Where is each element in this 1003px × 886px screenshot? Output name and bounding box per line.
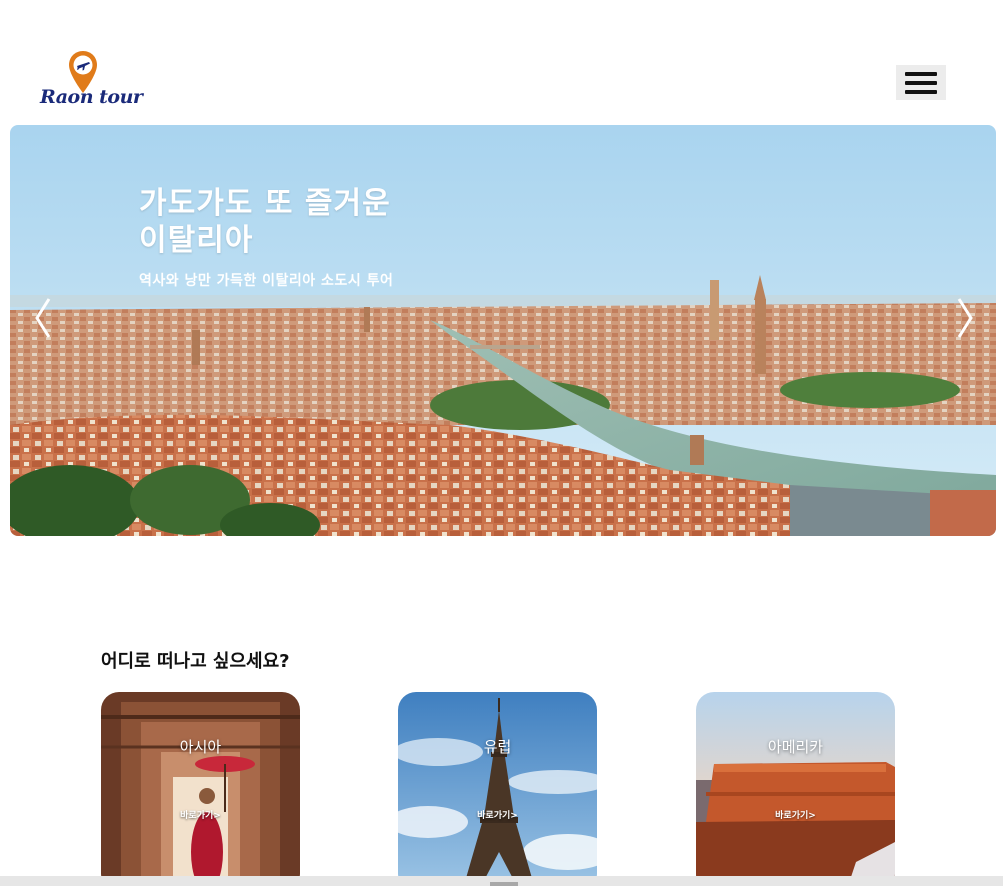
logo-text: Raon tour	[40, 86, 143, 108]
slider-prev-button[interactable]	[28, 293, 58, 343]
card-title: 유럽	[483, 738, 512, 756]
card-title: 아메리카	[767, 738, 824, 756]
america-image	[696, 692, 895, 886]
chevron-left-icon	[35, 298, 51, 338]
logo[interactable]: Raon tour	[40, 50, 143, 114]
asia-image	[101, 692, 300, 886]
hero-banner: 가도가도 또 즐거운 이탈리아 역사와 낭만 가득한 이탈리아 소도시 투어	[10, 125, 996, 536]
card-link[interactable]: 바로가기>	[696, 808, 895, 821]
card-link[interactable]: 바로가기>	[101, 808, 300, 821]
hamburger-icon	[905, 71, 937, 76]
chevron-right-icon	[957, 298, 973, 338]
hamburger-icon	[905, 80, 937, 85]
destination-card-asia[interactable]: 아시아 바로가기>	[101, 692, 300, 886]
hero-title: 가도가도 또 즐거운 이탈리아	[139, 186, 391, 258]
destination-card-europe[interactable]: 유럽 바로가기>	[398, 692, 597, 886]
menu-button[interactable]	[896, 65, 946, 100]
slider-next-button[interactable]	[950, 293, 980, 343]
europe-image	[398, 692, 597, 886]
card-link[interactable]: 바로가기>	[398, 808, 597, 821]
card-title: 아시아	[179, 738, 222, 756]
hero-subtitle: 역사와 낭만 가득한 이탈리아 소도시 투어	[139, 273, 394, 289]
scrollbar-thumb[interactable]	[490, 882, 518, 886]
destination-card-america[interactable]: 아메리카 바로가기>	[696, 692, 895, 886]
hamburger-icon	[905, 89, 937, 94]
section-heading: 어디로 떠나고 싶으세요?	[101, 651, 290, 672]
